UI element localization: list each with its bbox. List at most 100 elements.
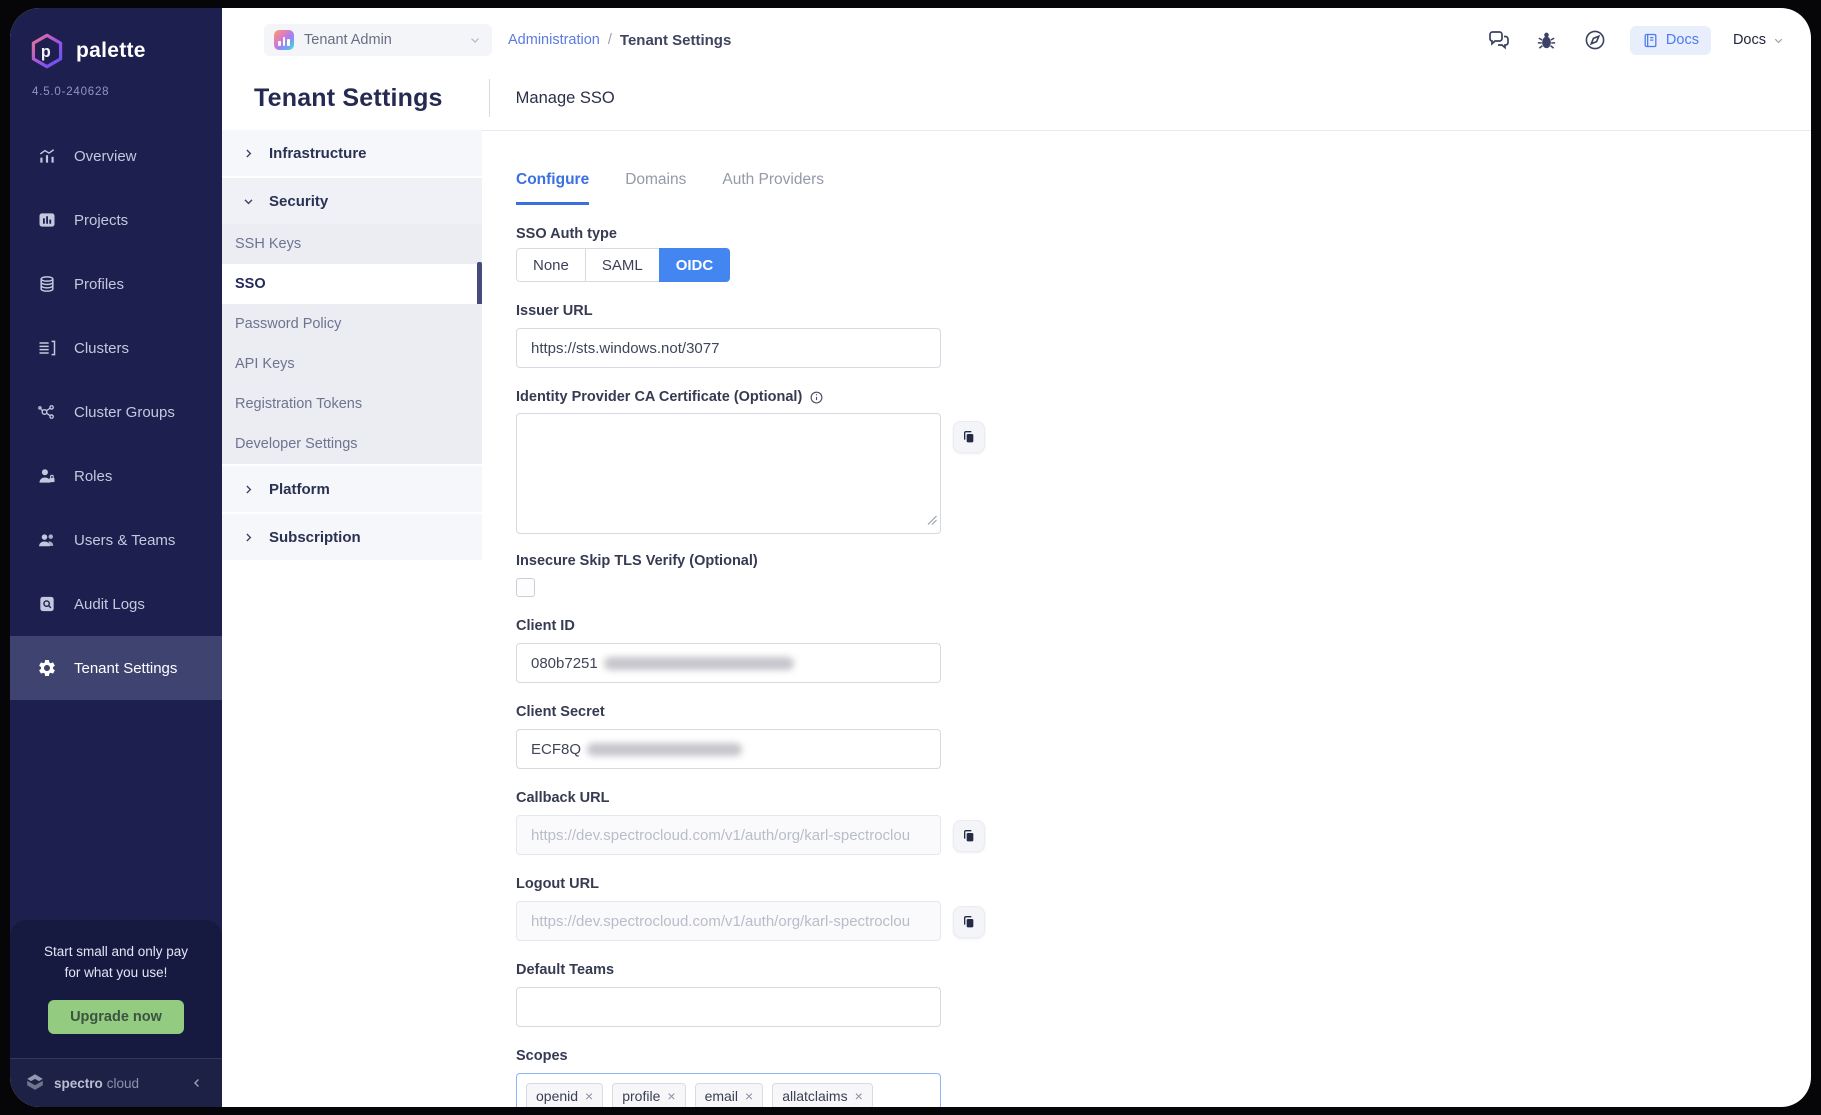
sidebar-item-clusters[interactable]: Clusters [10, 316, 222, 380]
explore-button[interactable] [1582, 27, 1608, 53]
copy-icon [961, 429, 977, 445]
skip-tls-checkbox[interactable] [516, 578, 535, 597]
scope-selector-label: Tenant Admin [304, 32, 458, 48]
sso-auth-type-label: SSO Auth type [516, 224, 941, 244]
sidebar-item-overview[interactable]: Overview [10, 124, 222, 188]
sidebar-item-label: Overview [74, 148, 137, 165]
breadcrumb-administration-link[interactable]: Administration [508, 32, 600, 48]
sidebar-item-cluster-groups[interactable]: Cluster Groups [10, 380, 222, 444]
info-icon[interactable] [809, 390, 824, 405]
breadcrumb-separator: / [608, 32, 612, 48]
subnav-item-registration-tokens[interactable]: Registration Tokens [222, 384, 482, 424]
subnav-item-sso[interactable]: SSO [222, 264, 482, 304]
tab-configure[interactable]: Configure [516, 171, 589, 205]
tab-auth-providers[interactable]: Auth Providers [722, 171, 824, 205]
upgrade-now-button[interactable]: Upgrade now [48, 1000, 184, 1034]
field-scopes: Scopes openid × profile × email × [516, 1046, 941, 1107]
field-ca-certificate: Identity Provider CA Certificate (Option… [516, 387, 941, 534]
field-callback-url: Callback URL [516, 788, 941, 855]
field-client-id: Client ID 080b7251 [516, 616, 941, 683]
breadcrumb: Administration / Tenant Settings [508, 32, 731, 49]
ca-certificate-label: Identity Provider CA Certificate (Option… [516, 387, 941, 407]
scopes-input[interactable]: openid × profile × email × allatclaims [516, 1073, 941, 1107]
chevron-down-icon [468, 33, 482, 47]
field-logout-url: Logout URL [516, 874, 941, 941]
chevron-right-icon [242, 147, 255, 160]
subnav-item-api-keys[interactable]: API Keys [222, 344, 482, 384]
tenant-admin-icon [274, 30, 294, 50]
sidebar-item-audit-logs[interactable]: Audit Logs [10, 572, 222, 636]
sidebar-item-label: Clusters [74, 340, 129, 357]
remove-chip-icon[interactable]: × [855, 1089, 863, 1103]
auth-type-saml-button[interactable]: SAML [585, 248, 660, 282]
chevron-left-icon [190, 1076, 204, 1090]
scope-chip: openid × [526, 1083, 603, 1107]
sidebar-item-label: Roles [74, 468, 112, 485]
docs-button[interactable]: Docs [1630, 26, 1711, 55]
breadcrumb-current: Tenant Settings [620, 32, 731, 49]
client-id-label: Client ID [516, 616, 941, 636]
logout-url-input [516, 901, 941, 941]
chevron-down-icon [242, 195, 255, 208]
auth-type-oidc-button[interactable]: OIDC [659, 248, 731, 282]
subnav-group-infrastructure[interactable]: Infrastructure [222, 130, 482, 178]
logout-url-label: Logout URL [516, 874, 941, 894]
copy-ca-certificate-button[interactable] [953, 421, 985, 453]
chevron-right-icon [242, 483, 255, 496]
users-teams-icon [36, 529, 58, 551]
sidebar-item-label: Projects [74, 212, 128, 229]
project-scope-selector[interactable]: Tenant Admin [264, 24, 492, 56]
callback-url-label: Callback URL [516, 788, 941, 808]
client-secret-input[interactable]: ECF8Q [516, 729, 941, 769]
sso-configure-panel: Configure Domains Auth Providers SSO Aut… [482, 130, 1811, 1107]
subnav-group-security[interactable]: Security [222, 178, 482, 224]
copy-logout-url-button[interactable] [953, 906, 985, 938]
sso-tabs: Configure Domains Auth Providers [516, 171, 1811, 205]
sidebar-item-label: Profiles [74, 276, 124, 293]
scope-chip: profile × [612, 1083, 685, 1107]
default-teams-input[interactable] [516, 987, 941, 1027]
docs-button-label: Docs [1666, 32, 1699, 48]
top-bar: Tenant Admin Administration / Tenant Set… [222, 8, 1811, 66]
sidebar-item-roles[interactable]: Roles [10, 444, 222, 508]
subnav-group-subscription[interactable]: Subscription [222, 514, 482, 562]
svg-text:p: p [41, 43, 51, 61]
copy-icon [961, 828, 977, 844]
field-skip-tls: Insecure Skip TLS Verify (Optional) [516, 551, 941, 597]
field-client-secret: Client Secret ECF8Q [516, 702, 941, 769]
docs-menu[interactable]: Docs [1733, 32, 1785, 48]
callback-url-input [516, 815, 941, 855]
chat-button[interactable] [1486, 27, 1512, 53]
app-version: 4.5.0-240628 [10, 74, 222, 98]
issuer-url-input[interactable] [516, 328, 941, 368]
remove-chip-icon[interactable]: × [585, 1089, 593, 1103]
sidebar-item-users-teams[interactable]: Users & Teams [10, 508, 222, 572]
sidebar-item-label: Users & Teams [74, 532, 175, 549]
page-header: Tenant Settings Manage SSO [222, 66, 1811, 130]
tab-domains[interactable]: Domains [625, 171, 686, 205]
resize-handle-icon[interactable] [927, 512, 937, 530]
sidebar-item-label: Cluster Groups [74, 404, 175, 421]
sidebar-item-projects[interactable]: Projects [10, 188, 222, 252]
page-subtitle: Manage SSO [516, 89, 615, 108]
sidebar-item-tenant-settings[interactable]: Tenant Settings [10, 636, 222, 700]
client-id-input[interactable]: 080b7251 [516, 643, 941, 683]
subnav-item-password-policy[interactable]: Password Policy [222, 304, 482, 344]
remove-chip-icon[interactable]: × [667, 1089, 675, 1103]
subnav-item-ssh-keys[interactable]: SSH Keys [222, 224, 482, 264]
subnav-item-developer-settings[interactable]: Developer Settings [222, 424, 482, 464]
ca-certificate-textarea[interactable] [516, 413, 941, 534]
redacted-value [587, 743, 742, 756]
copy-callback-url-button[interactable] [953, 820, 985, 852]
cluster-groups-nodes-icon [36, 401, 58, 423]
subnav-scrollbar-thumb[interactable] [477, 262, 482, 306]
audit-logs-icon [36, 593, 58, 615]
subnav-group-platform[interactable]: Platform [222, 466, 482, 514]
sidebar-collapse-button[interactable] [190, 1076, 204, 1090]
remove-chip-icon[interactable]: × [745, 1089, 753, 1103]
report-bug-button[interactable] [1534, 27, 1560, 53]
sidebar-item-profiles[interactable]: Profiles [10, 252, 222, 316]
auth-type-none-button[interactable]: None [516, 248, 586, 282]
default-teams-label: Default Teams [516, 960, 941, 980]
compass-icon [1583, 28, 1607, 52]
